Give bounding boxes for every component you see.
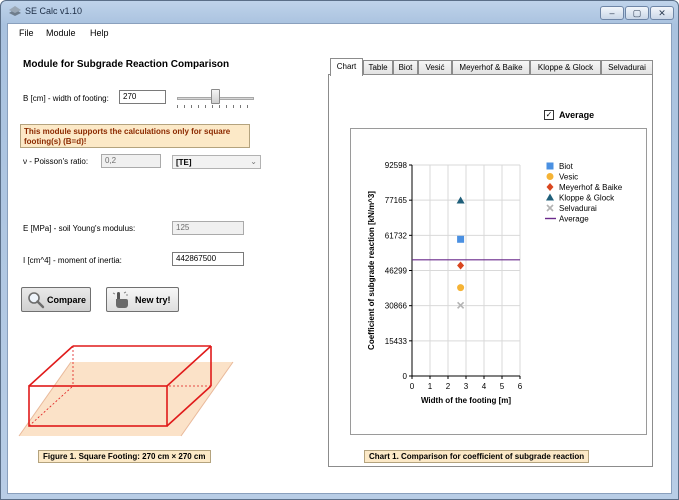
soil-type-select[interactable]: [TE] ⌄ xyxy=(172,155,261,169)
data-point-meyerhof-baike xyxy=(457,261,465,270)
maximize-button[interactable]: ▢ xyxy=(625,6,649,20)
legend-label: Average xyxy=(559,215,589,224)
poisson-input[interactable]: 0,2 xyxy=(101,154,161,168)
magnifier-icon xyxy=(28,292,45,309)
legend-label: Biot xyxy=(559,162,574,171)
y-tick-label: 46299 xyxy=(385,267,408,276)
new-try-button[interactable]: New try! xyxy=(106,287,179,312)
client-area: File Module Help Module for Subgrade Rea… xyxy=(7,23,672,494)
legend-label: Meyerhof & Baike xyxy=(559,183,623,192)
new-try-label: New try! xyxy=(135,295,171,305)
pointing-hand-icon xyxy=(112,291,128,308)
width-slider-ticks xyxy=(177,105,254,108)
x-tick-label: 1 xyxy=(428,382,433,391)
legend-marker xyxy=(546,193,554,201)
x-tick-label: 4 xyxy=(482,382,487,391)
tab-meyerhof-baike[interactable]: Meyerhof & Baike xyxy=(452,60,530,75)
subgrade-reaction-chart: 0 1 2 3 4 5 6 0 15433 30866 46299 61732 77165 92598 Wi… xyxy=(367,161,623,405)
poisson-label: ν - Poisson's ratio: xyxy=(23,157,89,166)
y-tick-label: 30866 xyxy=(385,302,408,311)
legend-marker xyxy=(546,204,554,212)
compare-button[interactable]: Compare xyxy=(21,287,91,312)
width-input[interactable]: 270 xyxy=(119,90,166,104)
chevron-down-icon: ⌄ xyxy=(250,157,257,166)
legend-label: Vesic xyxy=(559,173,578,182)
y-tick-label: 92598 xyxy=(385,161,408,170)
youngs-modulus-label: E [MPa] - soil Young's modulus: xyxy=(23,224,136,233)
square-footing-figure xyxy=(18,345,234,437)
menu-file[interactable]: File xyxy=(19,28,34,38)
data-point-vesic xyxy=(457,284,465,292)
chart-caption: Chart 1. Comparison for coefficient of s… xyxy=(364,450,590,463)
menu-module[interactable]: Module xyxy=(46,28,76,38)
legend-marker xyxy=(546,183,554,191)
width-slider-thumb[interactable] xyxy=(211,89,220,104)
average-checkbox-label: Average xyxy=(559,110,595,120)
minimize-button[interactable]: – xyxy=(600,6,624,20)
inertia-input[interactable]: 442867500 xyxy=(172,252,244,266)
inertia-label: I [cm^4] - moment of inertia: xyxy=(23,256,122,265)
tab-selvadurai[interactable]: Selvadurai xyxy=(601,60,653,75)
title-bar[interactable]: SE Calc v1.10 – ▢ ✕ xyxy=(1,1,678,23)
tab-vesic[interactable]: Vesić xyxy=(418,60,452,75)
tab-strip: Chart Table Biot Vesić Meyerhof & Baike … xyxy=(328,58,656,76)
y-tick-label: 15433 xyxy=(385,337,408,346)
legend-marker xyxy=(546,173,554,180)
app-icon xyxy=(9,6,21,16)
x-tick-label: 3 xyxy=(464,382,469,391)
menu-help[interactable]: Help xyxy=(90,28,109,38)
tab-kloppe-glock[interactable]: Kloppe & Glock xyxy=(530,60,601,75)
soil-type-value: [TE] xyxy=(176,158,192,167)
y-tick-label: 77165 xyxy=(385,196,408,205)
x-tick-label: 6 xyxy=(518,382,523,391)
youngs-modulus-input[interactable]: 125 xyxy=(172,221,244,235)
close-button[interactable]: ✕ xyxy=(650,6,674,20)
width-label: B [cm] - width of footing: xyxy=(23,94,109,103)
app-window: SE Calc v1.10 – ▢ ✕ File Module Help Mod… xyxy=(0,0,679,500)
average-checkbox[interactable]: ✓ xyxy=(544,110,554,120)
window-title: SE Calc v1.10 xyxy=(25,6,83,16)
data-point-biot xyxy=(457,235,465,243)
module-title: Module for Subgrade Reaction Comparison xyxy=(23,59,230,70)
figure-caption: Figure 1. Square Footing: 270 cm × 270 c… xyxy=(38,450,211,463)
y-tick-label: 0 xyxy=(403,372,408,381)
x-axis-label: Width of the footing [m] xyxy=(421,396,511,405)
legend-label: Selvadurai xyxy=(559,204,597,213)
x-tick-label: 5 xyxy=(500,382,505,391)
x-tick-label: 2 xyxy=(446,382,451,391)
square-footing-note: This module supports the calculations on… xyxy=(20,124,250,148)
y-axis-label: Coefficient of subgrade reaction [kN/m^3… xyxy=(367,191,376,350)
legend-label: Kloppe & Glock xyxy=(559,194,615,203)
tab-chart[interactable]: Chart xyxy=(330,58,363,76)
tab-biot[interactable]: Biot xyxy=(393,60,418,75)
legend-marker xyxy=(546,162,554,170)
compare-label: Compare xyxy=(47,295,87,305)
tab-table[interactable]: Table xyxy=(363,60,393,75)
menu-bar: File Module Help xyxy=(8,24,671,42)
x-tick-label: 0 xyxy=(410,382,415,391)
y-tick-label: 61732 xyxy=(385,231,408,240)
